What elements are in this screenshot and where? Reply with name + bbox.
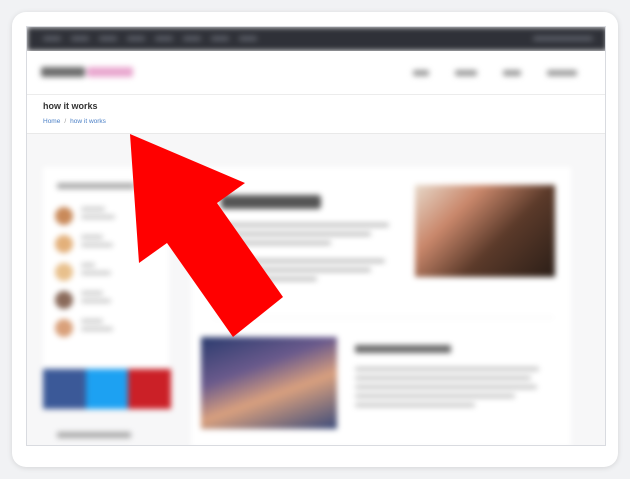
site-header bbox=[27, 51, 605, 95]
breadcrumb-home-link[interactable]: Home bbox=[43, 118, 60, 125]
article-hero-image bbox=[415, 185, 555, 277]
main-article-card bbox=[191, 167, 571, 445]
top-utility-bar bbox=[27, 27, 605, 51]
step-heading bbox=[355, 345, 451, 353]
page-title-bar: how it works Home / how it works bbox=[27, 95, 605, 134]
nav-item[interactable] bbox=[455, 70, 477, 76]
sidebar-popular-posts bbox=[43, 167, 169, 367]
top-bar-links bbox=[43, 36, 257, 41]
sidebar-post-item[interactable] bbox=[55, 207, 115, 225]
social-share-buttons bbox=[43, 369, 172, 409]
facebook-share-button[interactable] bbox=[43, 369, 86, 409]
sidebar-post-item[interactable] bbox=[55, 235, 113, 253]
top-bar-right-links bbox=[533, 36, 593, 41]
browser-viewport: how it works Home / how it works bbox=[26, 26, 606, 446]
main-navigation bbox=[413, 70, 577, 76]
twitter-share-button[interactable] bbox=[85, 369, 129, 409]
pinterest-share-button[interactable] bbox=[128, 369, 172, 409]
nav-item[interactable] bbox=[503, 70, 521, 76]
breadcrumb: Home / how it works bbox=[43, 118, 106, 125]
sidebar-post-item[interactable] bbox=[55, 263, 111, 281]
sidebar-post-item[interactable] bbox=[55, 291, 111, 309]
step-image bbox=[201, 337, 337, 429]
nav-item[interactable] bbox=[413, 70, 429, 76]
breadcrumb-separator: / bbox=[64, 118, 67, 125]
nav-item[interactable] bbox=[547, 70, 577, 76]
section-divider bbox=[213, 317, 553, 318]
sidebar-post-item[interactable] bbox=[55, 319, 113, 337]
site-logo[interactable] bbox=[41, 67, 133, 77]
sidebar-heading bbox=[57, 183, 135, 189]
breadcrumb-current[interactable]: how it works bbox=[70, 118, 106, 125]
article-heading bbox=[221, 195, 321, 209]
sidebar-secondary-heading bbox=[57, 432, 131, 438]
page-title: how it works bbox=[43, 101, 98, 111]
